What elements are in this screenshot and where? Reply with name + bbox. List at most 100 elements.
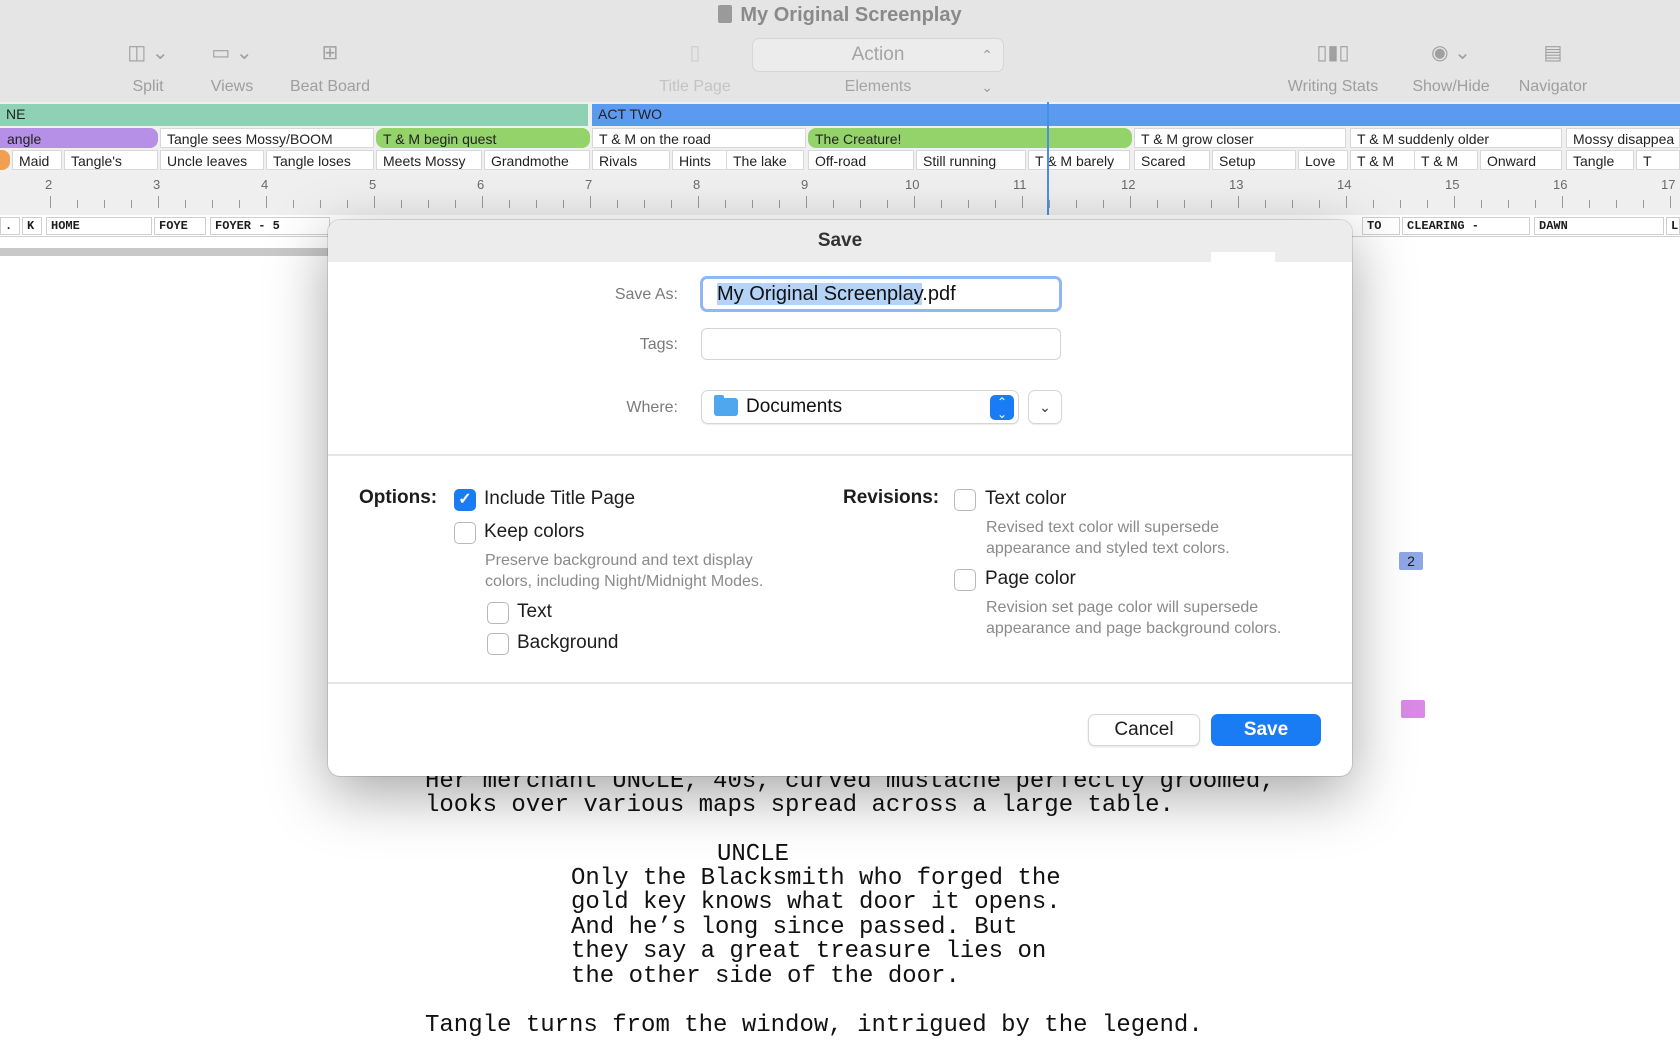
ruler-tick bbox=[266, 196, 267, 208]
scene-chip[interactable]: Onward bbox=[1480, 150, 1562, 170]
ruler-tick bbox=[455, 200, 456, 208]
scene-heading-chip[interactable]: L bbox=[1666, 217, 1680, 235]
title-page-button[interactable]: ▯ Title Page bbox=[650, 38, 740, 96]
scene-chip[interactable]: Meets Mossy bbox=[376, 150, 482, 170]
note-flag-icon[interactable] bbox=[1401, 700, 1425, 718]
dialogue-line[interactable]: the other side of the door. bbox=[571, 964, 960, 990]
expand-browser-button[interactable]: ⌄ bbox=[1028, 390, 1062, 424]
sequence-bar[interactable]: T & M begin quest bbox=[376, 128, 590, 148]
scene-chip[interactable]: T & M bbox=[1350, 150, 1420, 170]
scene-chip[interactable]: Tangle loses bbox=[266, 150, 374, 170]
views-button[interactable]: ▭ ⌄ Views bbox=[200, 38, 264, 96]
save-as-input[interactable]: My Original Screenplay.pdf bbox=[700, 276, 1062, 312]
scene-chip[interactable]: Grandmothe bbox=[484, 150, 590, 170]
ruler-tick bbox=[1400, 200, 1401, 208]
scene-chip[interactable]: T bbox=[1636, 150, 1680, 170]
dialogue-line[interactable]: they say a great treasure lies on bbox=[571, 939, 1046, 965]
scene-chip[interactable]: Tangle bbox=[1566, 150, 1634, 170]
action-line[interactable]: Tangle turns from the window, intrigued … bbox=[425, 1013, 1203, 1039]
revision-page-color-description: appearance and page background colors. bbox=[986, 620, 1282, 637]
ruler-tick bbox=[752, 200, 753, 208]
keep-text-color-checkbox[interactable] bbox=[487, 602, 509, 624]
keep-colors-description: Preserve background and text display bbox=[485, 552, 753, 569]
ruler-tick bbox=[1616, 200, 1617, 208]
ruler-number: 8 bbox=[693, 177, 701, 192]
ruler-tick bbox=[1157, 200, 1158, 208]
sequence-bar[interactable]: The Creature! bbox=[808, 128, 1132, 148]
act-two-bar[interactable]: ACT TWO bbox=[592, 104, 1680, 126]
revision-page-color-checkbox[interactable] bbox=[954, 569, 976, 591]
ruler-tick bbox=[833, 200, 834, 208]
keep-text-color-label[interactable]: Text bbox=[517, 601, 552, 623]
revision-text-color-checkbox[interactable] bbox=[954, 489, 976, 511]
sequence-bar[interactable]: T & M grow closer bbox=[1134, 128, 1346, 148]
revision-page-color-label[interactable]: Page color bbox=[985, 568, 1076, 590]
ruler-tick bbox=[1346, 196, 1347, 208]
scene-chip[interactable]: Maid bbox=[12, 150, 62, 170]
sequence-bar[interactable]: angle bbox=[0, 128, 158, 148]
writing-stats-button[interactable]: ▯▮▯ Writing Stats bbox=[1276, 38, 1390, 96]
scene-chip[interactable]: T & M bbox=[1414, 150, 1478, 170]
scene-chip[interactable]: Uncle leaves bbox=[160, 150, 264, 170]
scene-heading-chip[interactable]: HOME bbox=[46, 217, 152, 235]
scene-heading-chip[interactable]: CLEARING - bbox=[1402, 217, 1530, 235]
keep-colors-checkbox[interactable] bbox=[454, 522, 476, 544]
ruler-tick bbox=[239, 200, 240, 208]
include-title-page-label[interactable]: Include Title Page bbox=[484, 488, 635, 510]
tags-input[interactable] bbox=[701, 328, 1061, 360]
scene-chip[interactable]: Hints bbox=[672, 150, 730, 170]
dialogue-line[interactable]: gold key knows what door it opens. bbox=[571, 890, 1061, 916]
ruler-tick bbox=[1049, 200, 1050, 208]
dialogue-line[interactable]: And he’s long since passed. But bbox=[571, 915, 1017, 941]
scene-chip[interactable]: Tangle's bbox=[64, 150, 158, 170]
scene-heading-chip[interactable]: DAWN bbox=[1534, 217, 1664, 235]
ruler-tick bbox=[887, 200, 888, 208]
dialogue-line[interactable]: Only the Blacksmith who forged the bbox=[571, 866, 1061, 892]
act-one-bar[interactable]: NE bbox=[0, 104, 588, 126]
character-name[interactable]: UNCLE bbox=[717, 842, 789, 868]
keep-background-color-label[interactable]: Background bbox=[517, 632, 618, 654]
chevron-down-icon: ⌄ bbox=[1039, 399, 1051, 415]
action-line[interactable]: looks over various maps spread across a … bbox=[425, 793, 1174, 819]
revision-text-color-label[interactable]: Text color bbox=[985, 488, 1066, 510]
sequence-bar[interactable]: Tangle sees Mossy/BOOM bbox=[160, 128, 374, 148]
scene-chip[interactable]: Setup bbox=[1212, 150, 1296, 170]
scene-chip[interactable]: Scared bbox=[1134, 150, 1210, 170]
revision-text-color-description: appearance and styled text colors. bbox=[986, 540, 1230, 557]
scene-chip[interactable]: Rivals bbox=[592, 150, 670, 170]
beat-board-button[interactable]: ⊞ Beat Board bbox=[280, 38, 380, 96]
split-button[interactable]: ◫ ⌄ Split bbox=[118, 38, 178, 96]
timeline-ruler[interactable]: 2 3 4 5 6 7 8 9 10 11 12 13 14 15 16 17 bbox=[0, 172, 1680, 220]
timeline-playhead[interactable] bbox=[1047, 102, 1049, 220]
scene-chip[interactable]: Off-road bbox=[808, 150, 914, 170]
navigator-button[interactable]: ▤ Navigator bbox=[1510, 38, 1596, 96]
scene-chip-orange[interactable] bbox=[0, 150, 10, 170]
elements-select[interactable]: Action ⌃ ⌄ bbox=[752, 38, 1004, 95]
show-hide-button[interactable]: ◉ ⌄ Show/Hide bbox=[1404, 38, 1498, 96]
include-title-page-checkbox[interactable]: ✓ bbox=[454, 489, 476, 511]
ruler-tick bbox=[293, 200, 294, 208]
horizontal-scrollbar[interactable] bbox=[0, 248, 330, 256]
cancel-button[interactable]: Cancel bbox=[1088, 714, 1200, 746]
save-button[interactable]: Save bbox=[1211, 714, 1321, 746]
scene-heading-chip[interactable]: . bbox=[0, 217, 20, 235]
scene-chip[interactable]: Still running bbox=[916, 150, 1026, 170]
scene-chip[interactable]: T & M barely bbox=[1028, 150, 1130, 170]
timeline[interactable]: NE ACT TWO angle Tangle sees Mossy/BOOM … bbox=[0, 102, 1680, 220]
sequence-bar[interactable]: Mossy disappea bbox=[1566, 128, 1680, 148]
ruler-tick bbox=[50, 196, 51, 208]
scene-heading-chip[interactable]: K bbox=[22, 217, 42, 235]
scene-chip[interactable]: Love bbox=[1298, 150, 1348, 170]
note-flag-icon[interactable]: 2 bbox=[1399, 552, 1423, 570]
scene-heading-chip[interactable]: FOYE bbox=[154, 217, 206, 235]
sequence-bar[interactable]: T & M suddenly older bbox=[1350, 128, 1562, 148]
where-select[interactable]: Documents ⌃ ⌄ bbox=[701, 390, 1019, 424]
keep-background-color-checkbox[interactable] bbox=[487, 633, 509, 655]
scene-chip[interactable]: The lake bbox=[726, 150, 804, 170]
scene-heading-chip[interactable]: TO bbox=[1362, 217, 1400, 235]
sequence-bar[interactable]: T & M on the road bbox=[592, 128, 806, 148]
ruler-number: 11 bbox=[1013, 177, 1027, 192]
keep-colors-label[interactable]: Keep colors bbox=[484, 521, 584, 543]
ruler-tick bbox=[347, 200, 348, 208]
scene-heading-chip[interactable]: FOYER - 5 bbox=[210, 217, 330, 235]
